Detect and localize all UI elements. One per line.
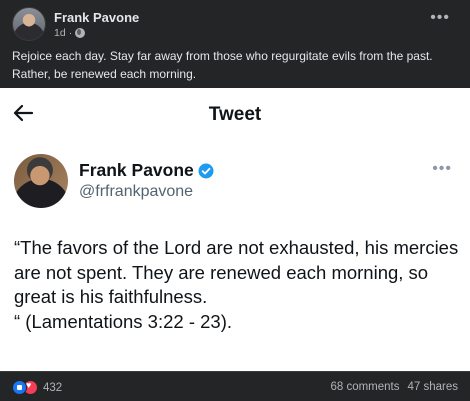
globe-icon	[75, 28, 86, 38]
caption-line-1: Rejoice each day. Stay far away from tho…	[12, 49, 433, 63]
post-author-name[interactable]: Frank Pavone	[54, 10, 139, 25]
like-reaction-icon	[12, 380, 27, 395]
tweet-author-name-row: Frank Pavone	[79, 160, 214, 181]
post-more-options-icon[interactable]: •••	[430, 9, 450, 27]
post-meta: 1d ·	[54, 27, 86, 39]
tweet-author-avatar	[14, 154, 68, 208]
tweet-page-title: Tweet	[208, 104, 262, 125]
reactions-summary[interactable]: 432	[12, 380, 62, 395]
caption-line-2: Rather, be renewed each morning.	[12, 67, 197, 81]
post-footer: 432 68 comments 47 shares	[0, 371, 470, 401]
meta-separator: ·	[68, 27, 73, 39]
engagement-counts: 68 comments 47 shares	[330, 381, 458, 393]
tweet-author-name: Frank Pavone	[79, 160, 194, 180]
shares-count-link[interactable]: 47 shares	[407, 381, 458, 393]
tweet-screenshot[interactable]: Tweet Frank Pavone @frfrankpavone ••• “T…	[0, 88, 470, 371]
comments-count-link[interactable]: 68 comments	[330, 381, 399, 393]
post-header: Frank Pavone 1d · ••• Rejoice each day. …	[0, 0, 470, 88]
post-caption: Rejoice each day. Stay far away from tho…	[12, 47, 460, 83]
verified-badge-icon	[198, 163, 214, 178]
author-avatar[interactable]	[12, 7, 46, 41]
tweet-author-handle: @frfrankpavone	[79, 183, 194, 200]
post-time[interactable]: 1d	[54, 27, 66, 39]
tweet-body-text: “The favors of the Lord are not exhauste…	[14, 237, 459, 332]
reaction-count: 432	[43, 381, 63, 394]
tweet-more-options-icon: •••	[432, 160, 452, 177]
